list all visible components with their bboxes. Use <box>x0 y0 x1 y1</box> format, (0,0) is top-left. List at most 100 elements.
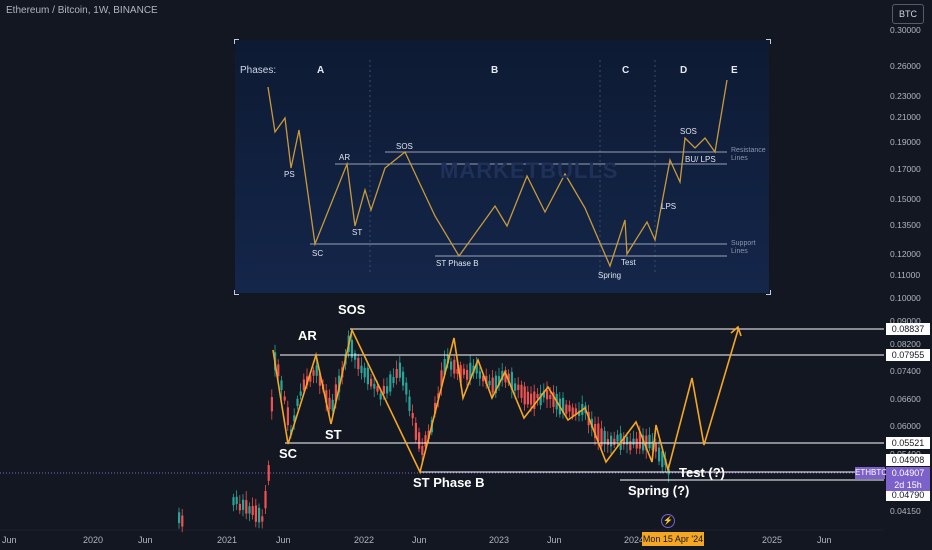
candle-body <box>392 377 395 383</box>
price-tick-label: 0.15000 <box>890 194 921 204</box>
time-tick-label: Jun <box>276 535 291 545</box>
annotation-sos: SOS <box>338 302 366 317</box>
candle-body <box>613 438 616 446</box>
price-tick-label: 0.13500 <box>890 220 921 230</box>
candle-body <box>478 371 481 379</box>
crosshair-date-label: Mon 15 Apr '24 <box>642 532 704 546</box>
candle-body <box>366 367 369 385</box>
annotation-st-phase-b: ST Phase B <box>413 475 485 490</box>
watermark-text: MARKETBULLS <box>440 158 619 183</box>
last-price-value: 0.04907 <box>891 468 925 478</box>
candle-body <box>312 370 315 376</box>
level-label-0: 0.08837 <box>886 323 930 335</box>
candle-body <box>379 393 382 400</box>
candle-body <box>254 505 257 522</box>
price-tick-label: 0.23000 <box>890 91 921 101</box>
level-label-1: 0.07955 <box>886 349 930 361</box>
candle-body <box>546 389 549 400</box>
candle-body <box>658 447 661 462</box>
price-tick-label: 0.07400 <box>890 366 921 376</box>
level-label-2: 0.05521 <box>886 437 930 449</box>
candle-body <box>363 367 366 378</box>
price-tick-label: 0.21000 <box>890 112 921 122</box>
candle-body <box>632 438 635 445</box>
candle-body <box>571 407 574 417</box>
candle-body <box>280 380 283 390</box>
phase-a-label: A <box>317 65 325 76</box>
candle-body <box>354 352 357 360</box>
candle-body <box>453 359 456 374</box>
candle-body <box>242 499 245 510</box>
candle-body <box>654 443 657 452</box>
annotation-test: Test (?) <box>679 465 725 480</box>
inset-corner-br <box>766 290 771 295</box>
candle-body <box>466 370 469 380</box>
wyckoff-inset-diagram: Phases: A B C D E MARKETBULLS PS SC AR S… <box>235 40 769 293</box>
candle-body <box>600 428 603 447</box>
price-tick-label: 0.10000 <box>890 293 921 303</box>
candle-body <box>526 391 529 405</box>
candle-body <box>530 393 533 405</box>
lightning-icon[interactable]: ⚡ <box>661 514 675 528</box>
price-tick-label: 0.06600 <box>890 394 921 404</box>
countdown-value: 2d 15h <box>894 480 922 490</box>
candle-body <box>232 497 235 506</box>
phase-d-label: D <box>680 65 688 76</box>
price-tick-label: 0.17000 <box>890 164 921 174</box>
candle-body <box>565 404 568 414</box>
level-label-3: 0.04908 <box>886 454 930 466</box>
time-tick-label: Jun <box>412 535 427 545</box>
time-tick-label: 2020 <box>83 535 104 545</box>
candle-body <box>235 496 238 504</box>
time-tick-label: 2022 <box>354 535 375 545</box>
candle-body <box>488 380 491 386</box>
candle-body <box>603 430 606 445</box>
candle-body <box>418 432 421 449</box>
inset-phases-label: Phases: <box>240 65 277 76</box>
candle-body <box>261 516 264 522</box>
candle-body <box>514 383 517 391</box>
support-label-line2: Lines <box>731 248 748 255</box>
inset-ar-label: AR <box>339 153 351 162</box>
inset-sos1-label: SOS <box>396 142 413 151</box>
candle-body <box>296 398 299 407</box>
candle-body <box>267 465 270 481</box>
candle-body <box>462 368 465 375</box>
currency-button[interactable]: BTC <box>892 4 924 24</box>
phase-e-label: E <box>731 65 738 76</box>
candle-body <box>616 434 619 442</box>
price-tick-label: 0.06000 <box>890 421 921 431</box>
candle-body <box>414 422 417 440</box>
price-tick-label: 0.19000 <box>890 137 921 147</box>
inset-bu-lps-label: BU/ LPS <box>685 155 716 164</box>
candle-body <box>245 500 248 514</box>
candle-body <box>382 385 385 394</box>
candle-body <box>373 383 376 389</box>
inset-test-label: Test <box>621 258 636 267</box>
candle-body <box>450 361 453 370</box>
candle-body <box>315 365 318 376</box>
candle-body <box>248 506 251 514</box>
candle-body <box>370 378 373 387</box>
candle-body <box>536 393 539 399</box>
candle-body <box>299 391 302 396</box>
symbol-title[interactable]: Ethereum / Bitcoin, 1W, BINANCE <box>6 5 158 16</box>
candle-body <box>408 396 411 411</box>
candle-body <box>238 503 241 511</box>
candle-body <box>376 386 379 392</box>
candle-body <box>264 490 267 509</box>
inset-sc-label: SC <box>312 249 324 258</box>
inset-lps-label: LPS <box>661 202 677 211</box>
time-tick-label: Jun <box>138 535 153 545</box>
price-tick-label: 0.04150 <box>890 506 921 516</box>
price-tick-label: 0.26000 <box>890 61 921 71</box>
candle-body <box>491 377 494 393</box>
candle-body <box>398 362 401 378</box>
candle-body <box>411 413 414 419</box>
candle-body <box>610 435 613 447</box>
candle-body <box>517 384 520 390</box>
candlestick-series <box>178 330 670 533</box>
candle-body <box>635 438 638 449</box>
resistance-label-line2: Lines <box>731 155 748 162</box>
wyckoff-wave-line <box>272 327 739 475</box>
